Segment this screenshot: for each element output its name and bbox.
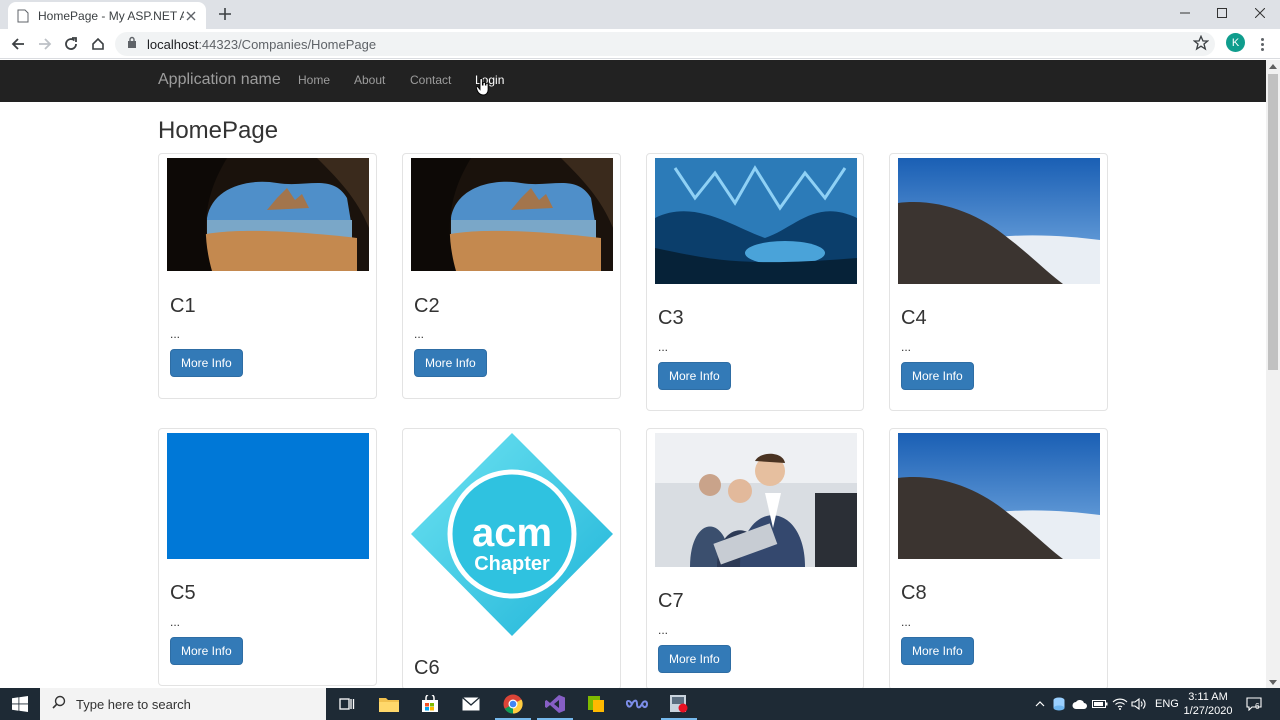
clock-time: 3:11 AM [1188, 691, 1228, 703]
company-card: C5 ... More Info [158, 428, 377, 686]
lock-icon[interactable] [127, 35, 137, 53]
language-indicator[interactable]: ENG [1155, 698, 1179, 710]
page-title: HomePage [158, 117, 279, 144]
business-people-photo [655, 433, 857, 567]
close-window-icon[interactable] [1241, 0, 1279, 26]
more-info-button[interactable]: More Info [658, 645, 731, 673]
card-title: C1 [170, 295, 196, 317]
address-bar[interactable]: localhost:44323/Companies/HomePage [115, 32, 1215, 56]
taskbar-search[interactable]: Type here to search [40, 688, 326, 720]
page-scrollbar[interactable] [1266, 60, 1280, 688]
card-title: C5 [170, 582, 196, 604]
card-description: ... [658, 623, 669, 637]
new-tab-icon[interactable] [214, 5, 236, 23]
company-card: acm Chapter C6 [402, 428, 621, 688]
scrollbar-thumb[interactable] [1268, 74, 1278, 370]
windows-taskbar: Type here to search ENG 3:11 AM 1/27/202… [0, 688, 1280, 720]
volume-icon[interactable] [1131, 696, 1147, 712]
menu-kebab-icon[interactable] [1256, 34, 1268, 54]
forward-arrow-icon[interactable] [35, 34, 55, 54]
sticky-app-icon[interactable] [584, 692, 608, 716]
recorder-app-icon[interactable] [661, 692, 697, 720]
nav-contact[interactable]: Contact [410, 73, 451, 87]
wifi-icon[interactable] [1112, 696, 1128, 712]
nav-about[interactable]: About [354, 73, 385, 87]
mail-icon[interactable] [459, 692, 483, 716]
more-info-button[interactable]: More Info [170, 349, 243, 377]
mountain-clouds-photo [898, 158, 1100, 284]
notification-center-icon[interactable]: 6 [1244, 696, 1264, 712]
network-drive-icon[interactable] [1052, 696, 1066, 712]
browser-toolbar: localhost:44323/Companies/HomePage K [0, 29, 1280, 59]
more-info-button[interactable]: More Info [170, 637, 243, 665]
company-card: C1 ... More Info [158, 153, 377, 399]
search-placeholder: Type here to search [76, 696, 191, 712]
scroll-down-icon[interactable] [1269, 680, 1277, 685]
notification-count: 6 [1255, 702, 1260, 711]
card-description: ... [170, 327, 181, 341]
profile-avatar[interactable]: K [1226, 33, 1245, 52]
ice-cave-photo [655, 158, 857, 284]
acm-logo-text: acm [472, 511, 552, 555]
card-description: ... [414, 327, 425, 341]
company-card: C8 ... More Info [889, 428, 1108, 688]
browser-tab[interactable]: HomePage - My ASP.NET Applic [8, 2, 206, 29]
reload-icon[interactable] [61, 34, 81, 54]
more-info-button[interactable]: More Info [901, 637, 974, 665]
minimize-icon[interactable] [1166, 0, 1204, 26]
blue-square [167, 433, 369, 559]
visual-studio-icon[interactable] [537, 692, 573, 720]
chapter-logo-text: Chapter [474, 553, 550, 575]
browser-tab-strip: HomePage - My ASP.NET Applic [0, 0, 1280, 29]
tab-title: HomePage - My ASP.NET Applic [38, 8, 184, 23]
card-description: ... [901, 340, 912, 354]
card-description: ... [170, 615, 181, 629]
task-view-icon[interactable] [335, 692, 359, 716]
scroll-up-icon[interactable] [1269, 64, 1277, 69]
bookmark-star-icon[interactable] [1192, 34, 1211, 53]
company-card: C2 ... More Info [402, 153, 621, 399]
company-card: C4 ... More Info [889, 153, 1108, 411]
chrome-icon[interactable] [495, 692, 531, 720]
card-title: C2 [414, 295, 440, 317]
card-title: C3 [658, 307, 684, 329]
home-icon[interactable] [88, 34, 108, 54]
card-title: C4 [901, 307, 927, 329]
card-description: ... [901, 615, 912, 629]
company-card: C7 ... More Info [646, 428, 864, 688]
acm-chapter-logo: acm Chapter [411, 433, 613, 636]
card-title: C7 [658, 590, 684, 612]
page-icon [16, 9, 30, 23]
tray-chevron-icon[interactable] [1034, 696, 1046, 712]
file-explorer-icon[interactable] [377, 692, 401, 716]
hand-cursor-icon [475, 77, 490, 101]
search-icon [52, 695, 66, 714]
company-card: C3 ... More Info [646, 153, 864, 411]
close-tab-icon[interactable] [184, 9, 198, 23]
battery-icon[interactable] [1092, 696, 1108, 712]
mountain-clouds-photo [898, 433, 1100, 559]
site-navbar: Application name Home About Contact Logi… [0, 60, 1266, 102]
page-viewport: Application name Home About Contact Logi… [0, 60, 1266, 688]
url-text: localhost:44323/Companies/HomePage [147, 36, 377, 52]
more-info-button[interactable]: More Info [901, 362, 974, 390]
more-info-button[interactable]: More Info [658, 362, 731, 390]
back-arrow-icon[interactable] [8, 34, 28, 54]
cave-beach-photo [167, 158, 369, 271]
card-description: ... [658, 340, 669, 354]
clock-date: 1/27/2020 [1183, 705, 1233, 717]
infinity-app-icon[interactable] [625, 692, 649, 716]
card-title: C6 [414, 657, 440, 679]
cave-beach-photo [411, 158, 613, 271]
store-icon[interactable] [418, 692, 442, 716]
card-title: C8 [901, 582, 927, 604]
nav-home[interactable]: Home [298, 73, 330, 87]
site-brand[interactable]: Application name [158, 71, 281, 89]
maximize-icon[interactable] [1203, 0, 1241, 26]
windows-start-icon[interactable] [0, 688, 40, 720]
taskbar-clock[interactable]: 3:11 AM 1/27/2020 [1180, 690, 1236, 718]
more-info-button[interactable]: More Info [414, 349, 487, 377]
onedrive-cloud-icon[interactable] [1072, 696, 1088, 712]
